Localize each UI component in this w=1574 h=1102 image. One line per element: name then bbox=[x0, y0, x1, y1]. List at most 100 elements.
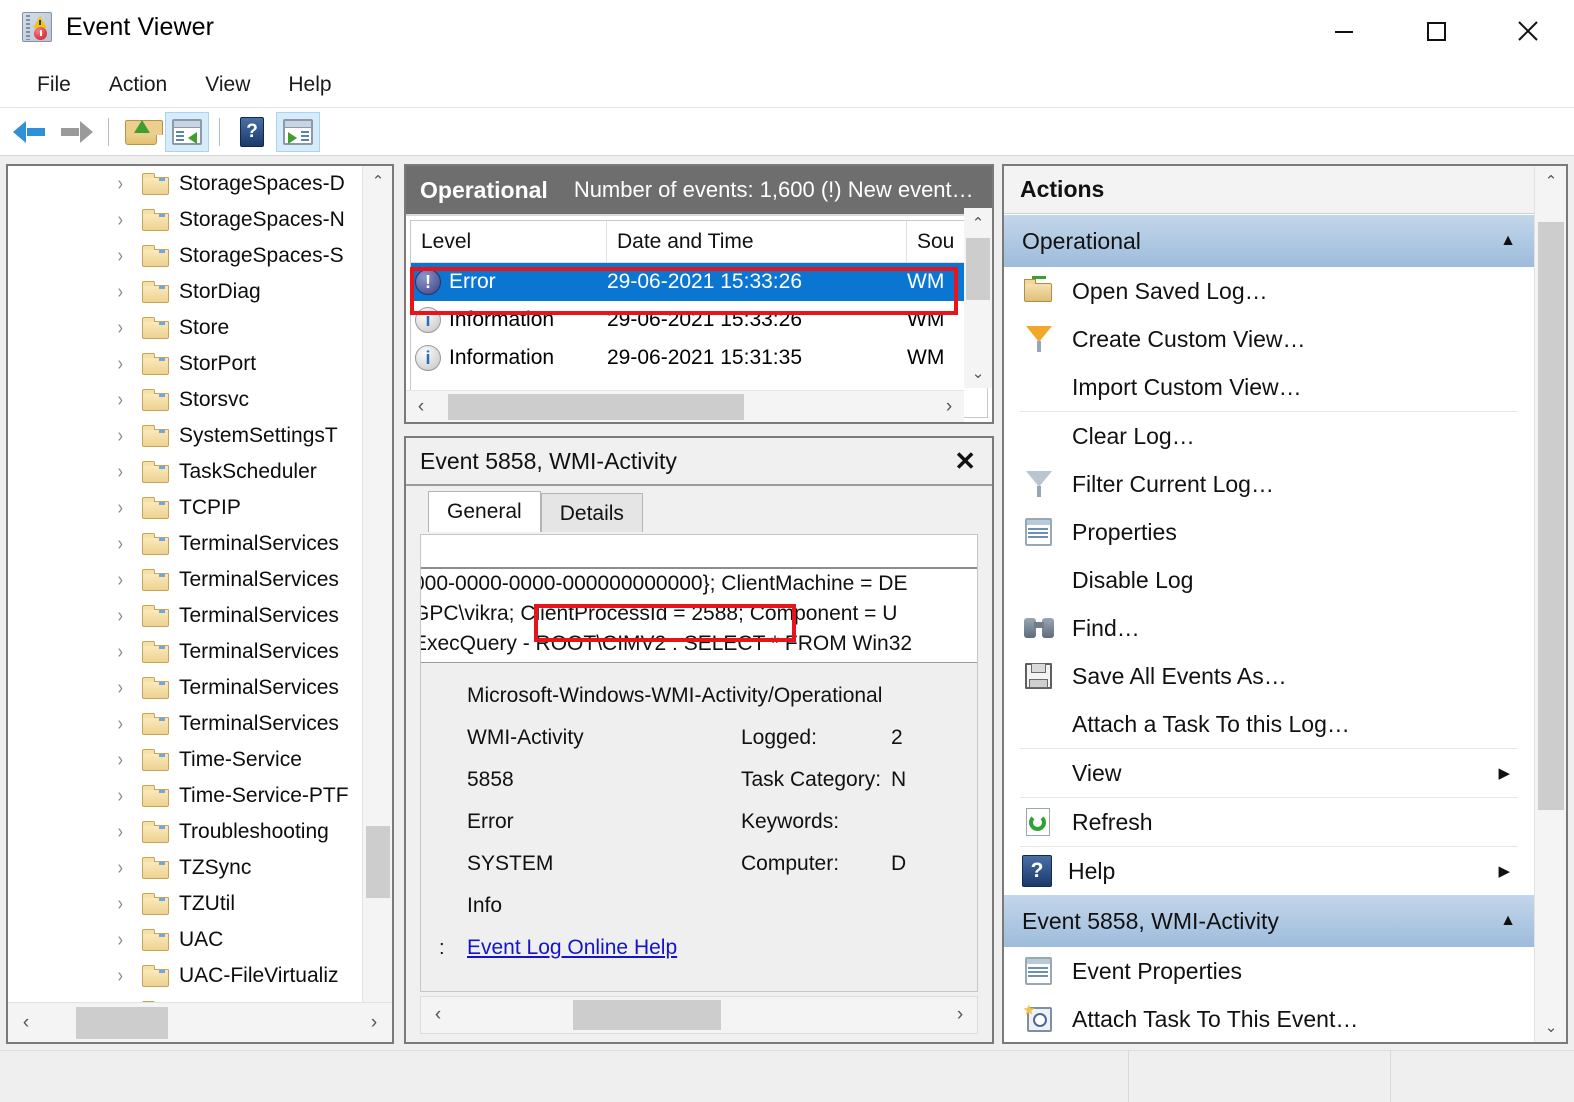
chevron-right-icon[interactable]: › bbox=[118, 966, 131, 986]
up-one-level-button[interactable] bbox=[119, 112, 163, 152]
collapse-caret-icon[interactable]: ▲ bbox=[1500, 912, 1516, 930]
event-detail-scroll-right-button[interactable]: › bbox=[943, 997, 977, 1033]
action-item[interactable]: Import Custom View… bbox=[1004, 363, 1534, 411]
action-item[interactable]: Refresh bbox=[1004, 798, 1534, 846]
tab-details[interactable]: Details bbox=[541, 493, 643, 532]
chevron-right-icon[interactable]: › bbox=[118, 858, 131, 878]
tree-scroll-thumb[interactable] bbox=[366, 826, 390, 898]
tree-item[interactable]: ›StorageSpaces-S bbox=[8, 238, 362, 274]
submenu-arrow-icon[interactable]: ▶ bbox=[1498, 764, 1534, 782]
tree-item[interactable]: ›UAC-FileVirtualiz bbox=[8, 958, 362, 994]
chevron-right-icon[interactable]: › bbox=[118, 750, 131, 770]
show-hide-console-tree-button[interactable] bbox=[165, 112, 209, 152]
event-list-vertical-scrollbar[interactable]: ⌃ ⌄ bbox=[964, 208, 992, 388]
actions-scroll-thumb[interactable] bbox=[1538, 222, 1564, 810]
actions-scroll-up-button[interactable]: ⌃ bbox=[1535, 166, 1567, 196]
tree-item[interactable]: ›TerminalServices bbox=[8, 670, 362, 706]
action-item[interactable]: Find… bbox=[1004, 604, 1534, 652]
chevron-right-icon[interactable]: › bbox=[118, 642, 131, 662]
chevron-right-icon[interactable]: › bbox=[118, 246, 131, 266]
action-item[interactable]: Attach Task To This Event… bbox=[1004, 995, 1534, 1042]
action-item[interactable]: Properties bbox=[1004, 508, 1534, 556]
action-item[interactable]: Save All Events As… bbox=[1004, 652, 1534, 700]
chevron-right-icon[interactable]: › bbox=[118, 606, 131, 626]
chevron-right-icon[interactable]: › bbox=[118, 426, 131, 446]
column-header-date-time[interactable]: Date and Time bbox=[607, 221, 907, 262]
event-row[interactable]: !Error29-06-2021 15:33:26WM bbox=[411, 263, 987, 301]
event-log-online-help-link[interactable]: Event Log Online Help bbox=[467, 936, 677, 960]
chevron-right-icon[interactable]: › bbox=[118, 678, 131, 698]
chevron-right-icon[interactable]: › bbox=[118, 462, 131, 482]
actions-group-header[interactable]: Operational▲ bbox=[1004, 215, 1534, 267]
minimize-button[interactable] bbox=[1298, 0, 1390, 62]
action-item[interactable]: Filter Current Log… bbox=[1004, 460, 1534, 508]
event-list-horizontal-scrollbar[interactable]: ‹ › bbox=[406, 390, 964, 422]
column-header-level[interactable]: Level bbox=[411, 221, 607, 262]
chevron-right-icon[interactable]: › bbox=[118, 498, 131, 518]
chevron-right-icon[interactable]: › bbox=[118, 174, 131, 194]
chevron-right-icon[interactable]: › bbox=[118, 930, 131, 950]
chevron-right-icon[interactable]: › bbox=[118, 714, 131, 734]
action-item[interactable]: Event Properties bbox=[1004, 947, 1534, 995]
tree-item[interactable]: ›UAC bbox=[8, 922, 362, 958]
event-detail-horizontal-scrollbar[interactable]: ‹ › bbox=[420, 996, 978, 1034]
event-row[interactable]: iInformation29-06-2021 15:33:26WM bbox=[411, 301, 987, 339]
menu-view[interactable]: View bbox=[190, 70, 265, 99]
forward-button[interactable] bbox=[54, 112, 98, 152]
back-button[interactable] bbox=[8, 112, 52, 152]
event-detail-scroll-left-button[interactable]: ‹ bbox=[421, 997, 455, 1033]
actions-group-header[interactable]: Event 5858, WMI-Activity▲ bbox=[1004, 895, 1534, 947]
chevron-right-icon[interactable]: › bbox=[118, 318, 131, 338]
tree-item[interactable]: ›StorPort bbox=[8, 346, 362, 382]
chevron-right-icon[interactable]: › bbox=[118, 210, 131, 230]
actions-list[interactable]: Operational▲Open Saved Log…Create Custom… bbox=[1004, 215, 1534, 1042]
event-list-scroll-up-button[interactable]: ⌃ bbox=[964, 208, 992, 238]
tree-horizontal-scrollbar[interactable]: ‹ › bbox=[8, 1002, 392, 1042]
tree-item[interactable]: ›TZUtil bbox=[8, 886, 362, 922]
tree-item[interactable]: ›TaskScheduler bbox=[8, 454, 362, 490]
tree-item[interactable]: ›TerminalServices bbox=[8, 706, 362, 742]
action-item[interactable]: Clear Log… bbox=[1004, 412, 1534, 460]
submenu-arrow-icon[interactable]: ▶ bbox=[1498, 862, 1534, 880]
tree-item[interactable]: ›Time-Service bbox=[8, 742, 362, 778]
actions-vertical-scrollbar[interactable]: ⌃ ⌄ bbox=[1534, 166, 1566, 1042]
tree-item[interactable]: ›TerminalServices bbox=[8, 634, 362, 670]
tree-item[interactable]: ›TerminalServices bbox=[8, 598, 362, 634]
event-detail-hscroll-thumb[interactable] bbox=[573, 1000, 721, 1030]
chevron-right-icon[interactable]: › bbox=[118, 570, 131, 590]
chevron-right-icon[interactable]: › bbox=[118, 354, 131, 374]
action-item[interactable]: Attach a Task To this Log… bbox=[1004, 700, 1534, 748]
maximize-button[interactable] bbox=[1390, 0, 1482, 62]
chevron-right-icon[interactable]: › bbox=[118, 894, 131, 914]
event-detail-close-icon[interactable]: ✕ bbox=[954, 448, 976, 474]
event-row[interactable]: iInformation29-06-2021 15:31:35WM bbox=[411, 339, 987, 377]
menu-action[interactable]: Action bbox=[94, 70, 182, 99]
action-item[interactable]: ?Help▶ bbox=[1004, 847, 1534, 895]
show-hide-action-pane-button[interactable] bbox=[276, 112, 320, 152]
action-item[interactable]: Disable Log bbox=[1004, 556, 1534, 604]
tree-item[interactable]: ›Store bbox=[8, 310, 362, 346]
tree-item[interactable]: ›Storsvc bbox=[8, 382, 362, 418]
actions-scroll-down-button[interactable]: ⌄ bbox=[1535, 1012, 1567, 1042]
console-tree[interactable]: ›StorageSpaces-D›StorageSpaces-N›Storage… bbox=[8, 166, 362, 1002]
event-list-hscroll-thumb[interactable] bbox=[448, 394, 744, 420]
tree-item[interactable]: ›Troubleshooting bbox=[8, 814, 362, 850]
chevron-right-icon[interactable]: › bbox=[118, 786, 131, 806]
event-list-scroll-right-button[interactable]: › bbox=[934, 391, 964, 422]
tree-item[interactable]: ›TerminalServices bbox=[8, 562, 362, 598]
tree-item[interactable]: ›UI-Search bbox=[8, 994, 362, 1002]
tree-scroll-right-button[interactable]: › bbox=[356, 1003, 392, 1042]
tree-item[interactable]: ›TZSync bbox=[8, 850, 362, 886]
close-button[interactable] bbox=[1482, 0, 1574, 62]
tree-scroll-left-button[interactable]: ‹ bbox=[8, 1003, 44, 1042]
tree-item[interactable]: ›TCPIP bbox=[8, 490, 362, 526]
chevron-right-icon[interactable]: › bbox=[118, 822, 131, 842]
tree-item[interactable]: ›TerminalServices bbox=[8, 526, 362, 562]
tree-item[interactable]: ›StorDiag bbox=[8, 274, 362, 310]
tree-item[interactable]: ›SystemSettingsT bbox=[8, 418, 362, 454]
action-item[interactable]: Open Saved Log… bbox=[1004, 267, 1534, 315]
tree-item[interactable]: ›StorageSpaces-N bbox=[8, 202, 362, 238]
tree-item[interactable]: ›StorageSpaces-D bbox=[8, 166, 362, 202]
tab-general[interactable]: General bbox=[428, 491, 541, 532]
chevron-right-icon[interactable]: › bbox=[118, 390, 131, 410]
